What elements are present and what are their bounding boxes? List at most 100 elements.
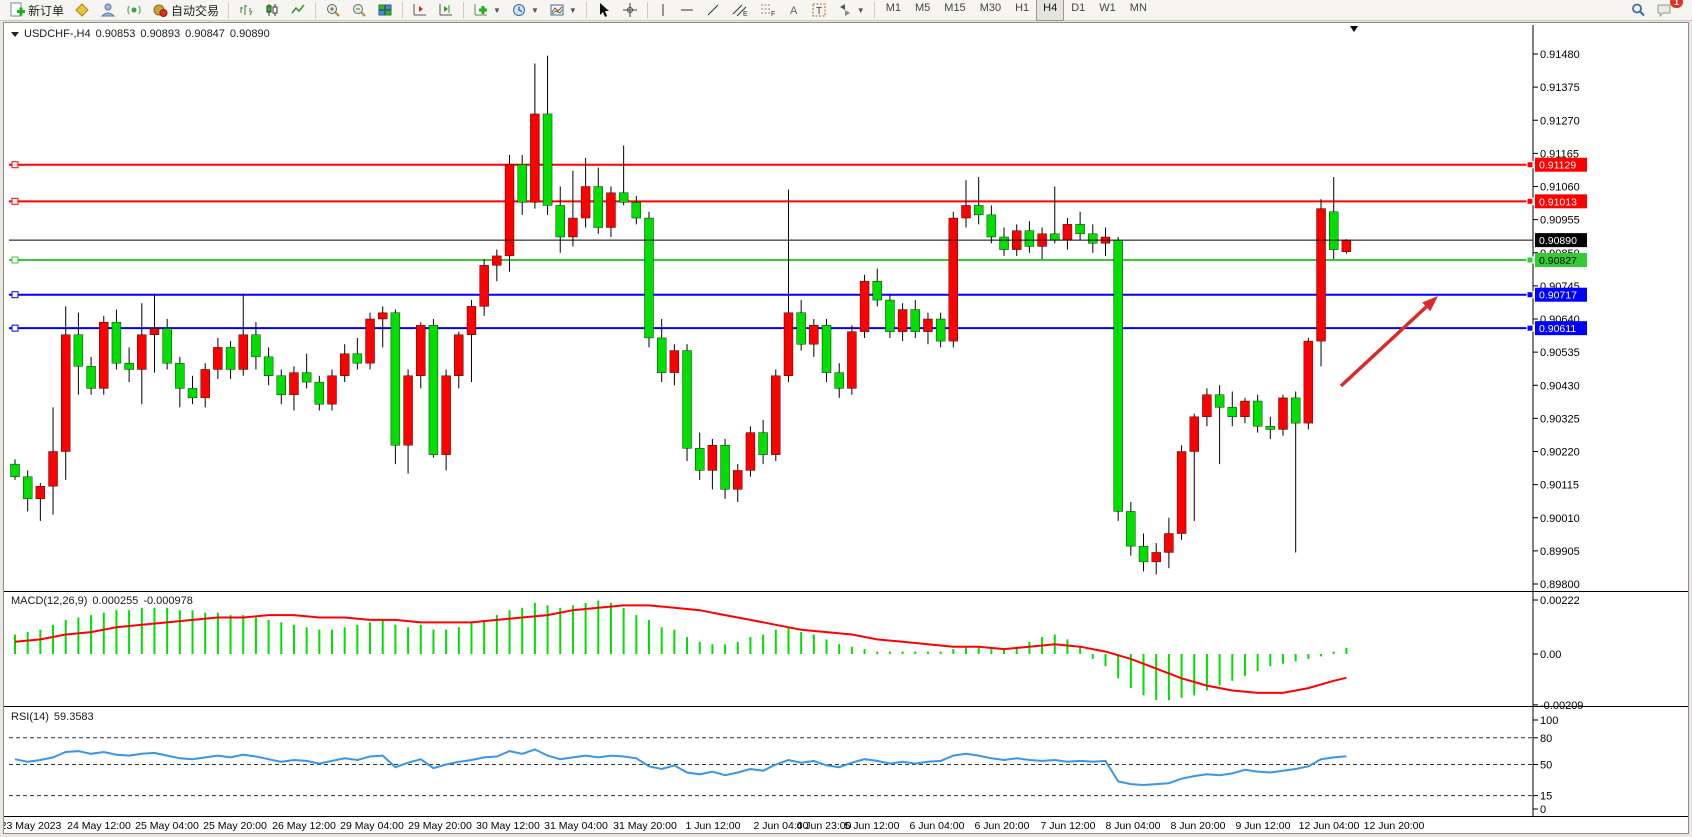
indicators-icon: [473, 2, 489, 18]
toolbar-separator: [586, 2, 587, 18]
search-icon: [1630, 2, 1646, 18]
horizontal-line-button[interactable]: [674, 0, 700, 21]
svg-text:15: 15: [1540, 791, 1552, 803]
line-axis-anchor: [1527, 162, 1533, 168]
rsi-name: RSI(14): [11, 711, 49, 723]
fibonacci-icon: F: [759, 2, 777, 18]
timeframe-button-mn[interactable]: MN: [1123, 0, 1154, 21]
svg-text:100: 100: [1540, 715, 1558, 727]
zoom-in-button[interactable]: [320, 0, 346, 21]
chart-window[interactable]: 0.914800.913750.912700.911650.910600.909…: [3, 22, 1689, 834]
svg-text:0.90115: 0.90115: [1540, 480, 1579, 492]
text-button[interactable]: A: [782, 0, 806, 21]
market-watch-button[interactable]: [69, 0, 95, 21]
timeframe-button-h4[interactable]: H4: [1036, 0, 1064, 21]
line-anchor: [12, 257, 18, 263]
search-button[interactable]: [1625, 0, 1651, 21]
svg-text:25 May 04:00: 25 May 04:00: [135, 820, 199, 832]
svg-text:0.89905: 0.89905: [1540, 546, 1580, 558]
timeframe-button-m30[interactable]: M30: [973, 0, 1008, 21]
chart-symbol-line: USDCHF-,H4 0.90853 0.90893 0.90847 0.908…: [11, 28, 270, 40]
line-anchor: [12, 198, 18, 204]
current-price-line: [9, 26, 1533, 240]
bar-chart-button[interactable]: [233, 0, 259, 21]
zoom-out-icon: [351, 2, 367, 18]
vertical-line-button[interactable]: [652, 0, 674, 21]
svg-text:T: T: [816, 6, 822, 17]
svg-text:12 Jun 20:00: 12 Jun 20:00: [1364, 820, 1425, 832]
chart-shift-marker: [1350, 26, 1358, 32]
terminal-button[interactable]: [121, 0, 147, 21]
toolbar-separator: [402, 2, 403, 18]
svg-text:29 May 20:00: 29 May 20:00: [408, 820, 472, 832]
new-order-button[interactable]: 新订单: [4, 0, 69, 21]
autotrading-label: 自动交易: [171, 2, 219, 19]
macd-main-value: 0.000255: [92, 595, 138, 607]
timeframe-button-w1[interactable]: W1: [1092, 0, 1123, 21]
zoom-out-button[interactable]: [346, 0, 372, 21]
text-label-button[interactable]: T: [806, 0, 832, 21]
rsi-value: 59.3583: [54, 711, 94, 723]
fibonacci-button[interactable]: F: [754, 0, 782, 21]
timeframe-button-h1[interactable]: H1: [1008, 0, 1036, 21]
svg-text:0.90430: 0.90430: [1540, 380, 1580, 392]
svg-text:31 May 04:00: 31 May 04:00: [544, 820, 608, 832]
svg-text:0.90890: 0.90890: [1539, 235, 1577, 247]
time-axis[interactable]: 23 May 202324 May 12:0025 May 04:0025 Ma…: [4, 820, 1425, 832]
cursor-button[interactable]: [591, 0, 617, 21]
svg-text:0: 0: [1540, 804, 1546, 816]
crosshair-button[interactable]: [617, 0, 643, 21]
line-anchor: [12, 292, 18, 298]
indicators-button[interactable]: ▼: [468, 0, 506, 21]
trendline-icon: [705, 2, 721, 18]
svg-text:12 Jun 04:00: 12 Jun 04:00: [1299, 820, 1360, 832]
template-icon: [549, 2, 565, 18]
chevron-down-icon: ▼: [531, 6, 539, 15]
chart-canvas[interactable]: 0.914800.913750.912700.911650.910600.909…: [4, 23, 1688, 833]
line-axis-anchor: [1527, 292, 1533, 298]
templates-button[interactable]: ▼: [544, 0, 582, 21]
candlestick-icon: [264, 2, 280, 18]
trendline-button[interactable]: [700, 0, 726, 21]
toolbar-separator: [647, 2, 648, 18]
channel-button[interactable]: E: [726, 0, 754, 21]
price-axis[interactable]: 0.914800.913750.912700.911650.910600.909…: [1533, 25, 1580, 816]
svg-text:0.90717: 0.90717: [1539, 290, 1577, 302]
timeframe-button-m15[interactable]: M15: [937, 0, 972, 21]
periods-button[interactable]: ▼: [506, 0, 544, 21]
notification-badge: 1: [1670, 0, 1683, 8]
line-chart-button[interactable]: [285, 0, 311, 21]
timeframe-button-d1[interactable]: D1: [1064, 0, 1092, 21]
chevron-down-icon: ▼: [493, 6, 501, 15]
rsi-line: [15, 749, 1346, 785]
autotrading-button[interactable]: 自动交易: [147, 0, 224, 21]
svg-text:8 Jun 20:00: 8 Jun 20:00: [1171, 820, 1226, 832]
svg-text:6 Jun 20:00: 6 Jun 20:00: [975, 820, 1030, 832]
svg-text:0.90955: 0.90955: [1540, 215, 1580, 227]
symbol-dropdown-icon[interactable]: [11, 32, 19, 37]
macd-name: MACD(12,26,9): [11, 595, 87, 607]
chart-shift-button[interactable]: [407, 0, 433, 21]
candlestick-chart-button[interactable]: [259, 0, 285, 21]
timeframe-button-m1[interactable]: M1: [879, 0, 908, 21]
svg-text:0.91129: 0.91129: [1539, 160, 1576, 172]
line-chart-icon: [290, 2, 306, 18]
auto-scroll-button[interactable]: [433, 0, 459, 21]
svg-text:1 Jun 12:00: 1 Jun 12:00: [686, 820, 741, 832]
arrows-shapes-icon: [837, 2, 853, 18]
svg-text:0.91375: 0.91375: [1540, 82, 1580, 94]
svg-text:31 May 20:00: 31 May 20:00: [613, 820, 677, 832]
arrow-annotation[interactable]: [1341, 296, 1438, 386]
timeframe-button-m5[interactable]: M5: [908, 0, 937, 21]
chat-button[interactable]: 1: [1651, 0, 1678, 21]
tile-windows-button[interactable]: [372, 0, 398, 21]
tile-windows-icon: [377, 2, 393, 18]
svg-text:0.90010: 0.90010: [1540, 513, 1580, 525]
arrows-button[interactable]: ▼: [832, 0, 870, 21]
svg-text:0.00222: 0.00222: [1540, 595, 1580, 607]
equidistant-channel-icon: E: [731, 2, 749, 18]
navigator-button[interactable]: [95, 0, 121, 21]
text-label-icon: T: [811, 2, 827, 18]
svg-text:23 May 2023: 23 May 2023: [4, 820, 62, 832]
horizontal-lines-layer[interactable]: [9, 162, 1533, 331]
